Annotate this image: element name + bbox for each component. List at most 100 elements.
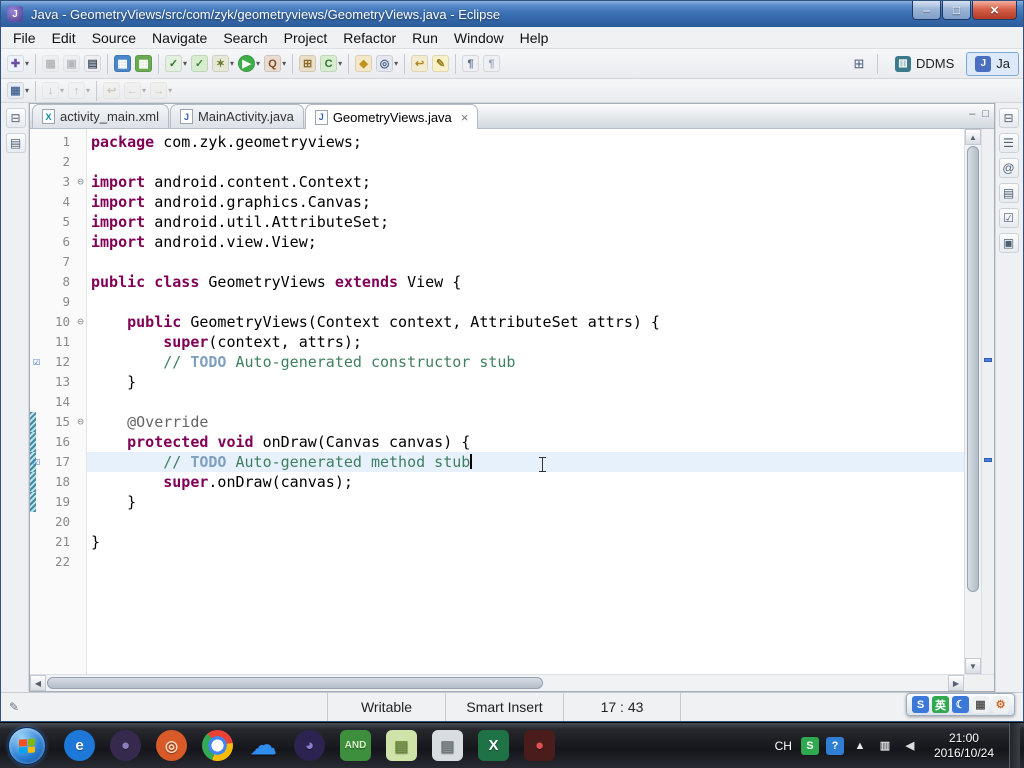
task-marker-icon[interactable]: ☑ (33, 355, 40, 367)
android-avd-manager-button[interactable]: ▦ (133, 52, 154, 76)
code-text[interactable]: // TODO Auto-generated method stub (87, 452, 964, 472)
scroll-right-arrow[interactable]: ▶ (948, 675, 964, 691)
code-line[interactable]: 10 ⊖ public GeometryViews(Context context… (30, 312, 964, 332)
code-line[interactable]: 8 public class GeometryViews extends View… (30, 272, 964, 292)
coverage-button-dropdown-arrow[interactable]: ▾ (282, 59, 286, 68)
console-icon[interactable]: ▣ (998, 233, 1019, 253)
code-line[interactable]: 14 (30, 392, 964, 412)
code-text[interactable]: super.onDraw(canvas); (87, 472, 964, 492)
scroll-left-arrow[interactable]: ◀ (30, 675, 46, 691)
purple-app-icon[interactable]: ◕ (294, 730, 325, 761)
menu-refactor[interactable]: Refactor (335, 28, 404, 48)
new-wizard-button-dropdown-arrow[interactable]: ▾ (25, 59, 29, 68)
language-indicator[interactable]: CH (775, 739, 792, 753)
outline-icon[interactable]: ☰ (998, 133, 1019, 153)
excel-icon[interactable]: X (478, 730, 509, 761)
menu-file[interactable]: File (5, 28, 44, 48)
menu-navigate[interactable]: Navigate (144, 28, 215, 48)
chrome-icon[interactable] (202, 730, 233, 761)
volume-tray-icon[interactable]: ◀ (901, 737, 919, 755)
new-class-button-dropdown-arrow[interactable]: ▾ (338, 59, 342, 68)
fold-collapse-icon[interactable]: ⊖ (74, 412, 87, 432)
overview-mark[interactable] (984, 458, 992, 462)
scroll-up-arrow[interactable]: ▲ (965, 129, 981, 145)
junit-button[interactable]: ✓ (189, 52, 210, 76)
code-text[interactable]: protected void onDraw(Canvas canvas) { (87, 432, 964, 452)
minimize-editor-icon[interactable]: – (969, 109, 975, 120)
code-text[interactable]: public GeometryViews(Context context, At… (87, 312, 964, 332)
orange-ring-app-icon[interactable]: ◎ (156, 730, 187, 761)
ime-toolbox-icon[interactable]: ⚙ (992, 696, 1009, 713)
code-text[interactable]: import android.content.Context; (87, 172, 964, 192)
search-button[interactable]: ◎ ▾ (374, 52, 400, 76)
code-text[interactable]: import android.view.View; (87, 232, 964, 252)
menu-project[interactable]: Project (276, 28, 336, 48)
code-text[interactable]: import android.graphics.Canvas; (87, 192, 964, 212)
code-line[interactable]: 1 package com.zyk.geometryviews; (30, 132, 964, 152)
close-button[interactable]: × (972, 1, 1017, 20)
restore-explorer-icon[interactable]: ⊟ (5, 108, 26, 128)
open-type-button[interactable]: ◆ (353, 52, 374, 76)
coverage-button[interactable]: Q ▾ (262, 52, 288, 76)
maximize-editor-icon[interactable]: □ (982, 109, 989, 120)
code-text[interactable] (87, 152, 964, 172)
hidden-icons-arrow[interactable]: ▲ (851, 737, 869, 755)
run-button[interactable]: ▶ ▾ (236, 52, 262, 76)
titlebar[interactable]: J Java - GeometryViews/src/com/zyk/geome… (1, 1, 1023, 27)
android-emulator-icon[interactable]: AND (340, 730, 371, 761)
android-sdk-manager-button[interactable]: ▦ (112, 52, 133, 76)
code-text[interactable]: } (87, 532, 964, 552)
vertical-scroll-thumb[interactable] (967, 146, 979, 593)
debug-button-dropdown-arrow[interactable]: ▾ (230, 59, 234, 68)
vertical-scroll-track[interactable] (965, 145, 981, 658)
annotations-button[interactable]: ▦ ▾ (5, 79, 31, 103)
code-text[interactable]: } (87, 372, 964, 392)
perspective-java[interactable]: J Ja (966, 51, 1019, 76)
minimize-button[interactable]: – (912, 1, 941, 20)
notepad-green-icon[interactable]: ▤ (386, 730, 417, 761)
code-text[interactable] (87, 292, 964, 312)
code-text[interactable] (87, 252, 964, 272)
code-line[interactable]: 18 super.onDraw(canvas); (30, 472, 964, 492)
code-text[interactable]: import android.util.AttributeSet; (87, 212, 964, 232)
start-button[interactable] (8, 726, 46, 765)
code-line[interactable]: 9 (30, 292, 964, 312)
ime-moon-icon[interactable]: ☾ (952, 696, 969, 713)
code-line[interactable]: 7 (30, 252, 964, 272)
ime-tray-icon[interactable]: S (800, 736, 819, 755)
cloud-app-icon[interactable]: ☁ (248, 730, 279, 761)
code-line[interactable]: 22 (30, 552, 964, 572)
code-line[interactable]: 6 import android.view.View; (30, 232, 964, 252)
run-history-button[interactable]: ✓ ▾ (163, 52, 189, 76)
vertical-scrollbar[interactable]: ▲ ▼ (964, 129, 981, 674)
code-text[interactable]: super(context, attrs); (87, 332, 964, 352)
tasks-icon[interactable]: ☑ (998, 208, 1019, 228)
code-line[interactable]: 15 ⊖ @Override (30, 412, 964, 432)
code-editor[interactable]: 1 package com.zyk.geometryviews; 2 3 ⊖ import… (30, 129, 964, 674)
fold-collapse-icon[interactable]: ⊖ (74, 312, 87, 332)
dark-browser-icon[interactable]: ● (110, 730, 141, 761)
code-text[interactable]: } (87, 492, 964, 512)
horizontal-scroll-track[interactable] (46, 675, 948, 691)
menu-help[interactable]: Help (512, 28, 557, 48)
run-history-button-dropdown-arrow[interactable]: ▾ (183, 59, 187, 68)
code-line[interactable]: 4 import android.graphics.Canvas; (30, 192, 964, 212)
code-text[interactable] (87, 392, 964, 412)
code-text[interactable]: public class GeometryViews extends View … (87, 272, 964, 292)
tab-mainactivity-java[interactable]: J MainActivity.java (169, 104, 304, 128)
tray-clock[interactable]: 21:00 2016/10/24 (928, 731, 1000, 761)
ime-logo-icon[interactable]: S (912, 696, 929, 713)
menu-window[interactable]: Window (446, 28, 512, 48)
internet-explorer-icon[interactable]: e (64, 730, 95, 761)
code-text[interactable]: @Override (87, 412, 964, 432)
horizontal-scroll-thumb[interactable] (47, 677, 544, 689)
code-line[interactable]: 16 protected void onDraw(Canvas canvas) … (30, 432, 964, 452)
perspective-ddms[interactable]: ▥ DDMS (886, 52, 963, 76)
code-line[interactable]: 2 (30, 152, 964, 172)
open-perspective-icon[interactable]: ⊞ (849, 54, 869, 74)
scroll-down-arrow[interactable]: ▼ (965, 658, 981, 674)
maximize-button[interactable]: □ (942, 1, 971, 20)
code-text[interactable]: package com.zyk.geometryviews; (87, 132, 964, 152)
code-line[interactable]: 11 super(context, attrs); (30, 332, 964, 352)
new-wizard-button[interactable]: ✚ ▾ (5, 52, 31, 76)
